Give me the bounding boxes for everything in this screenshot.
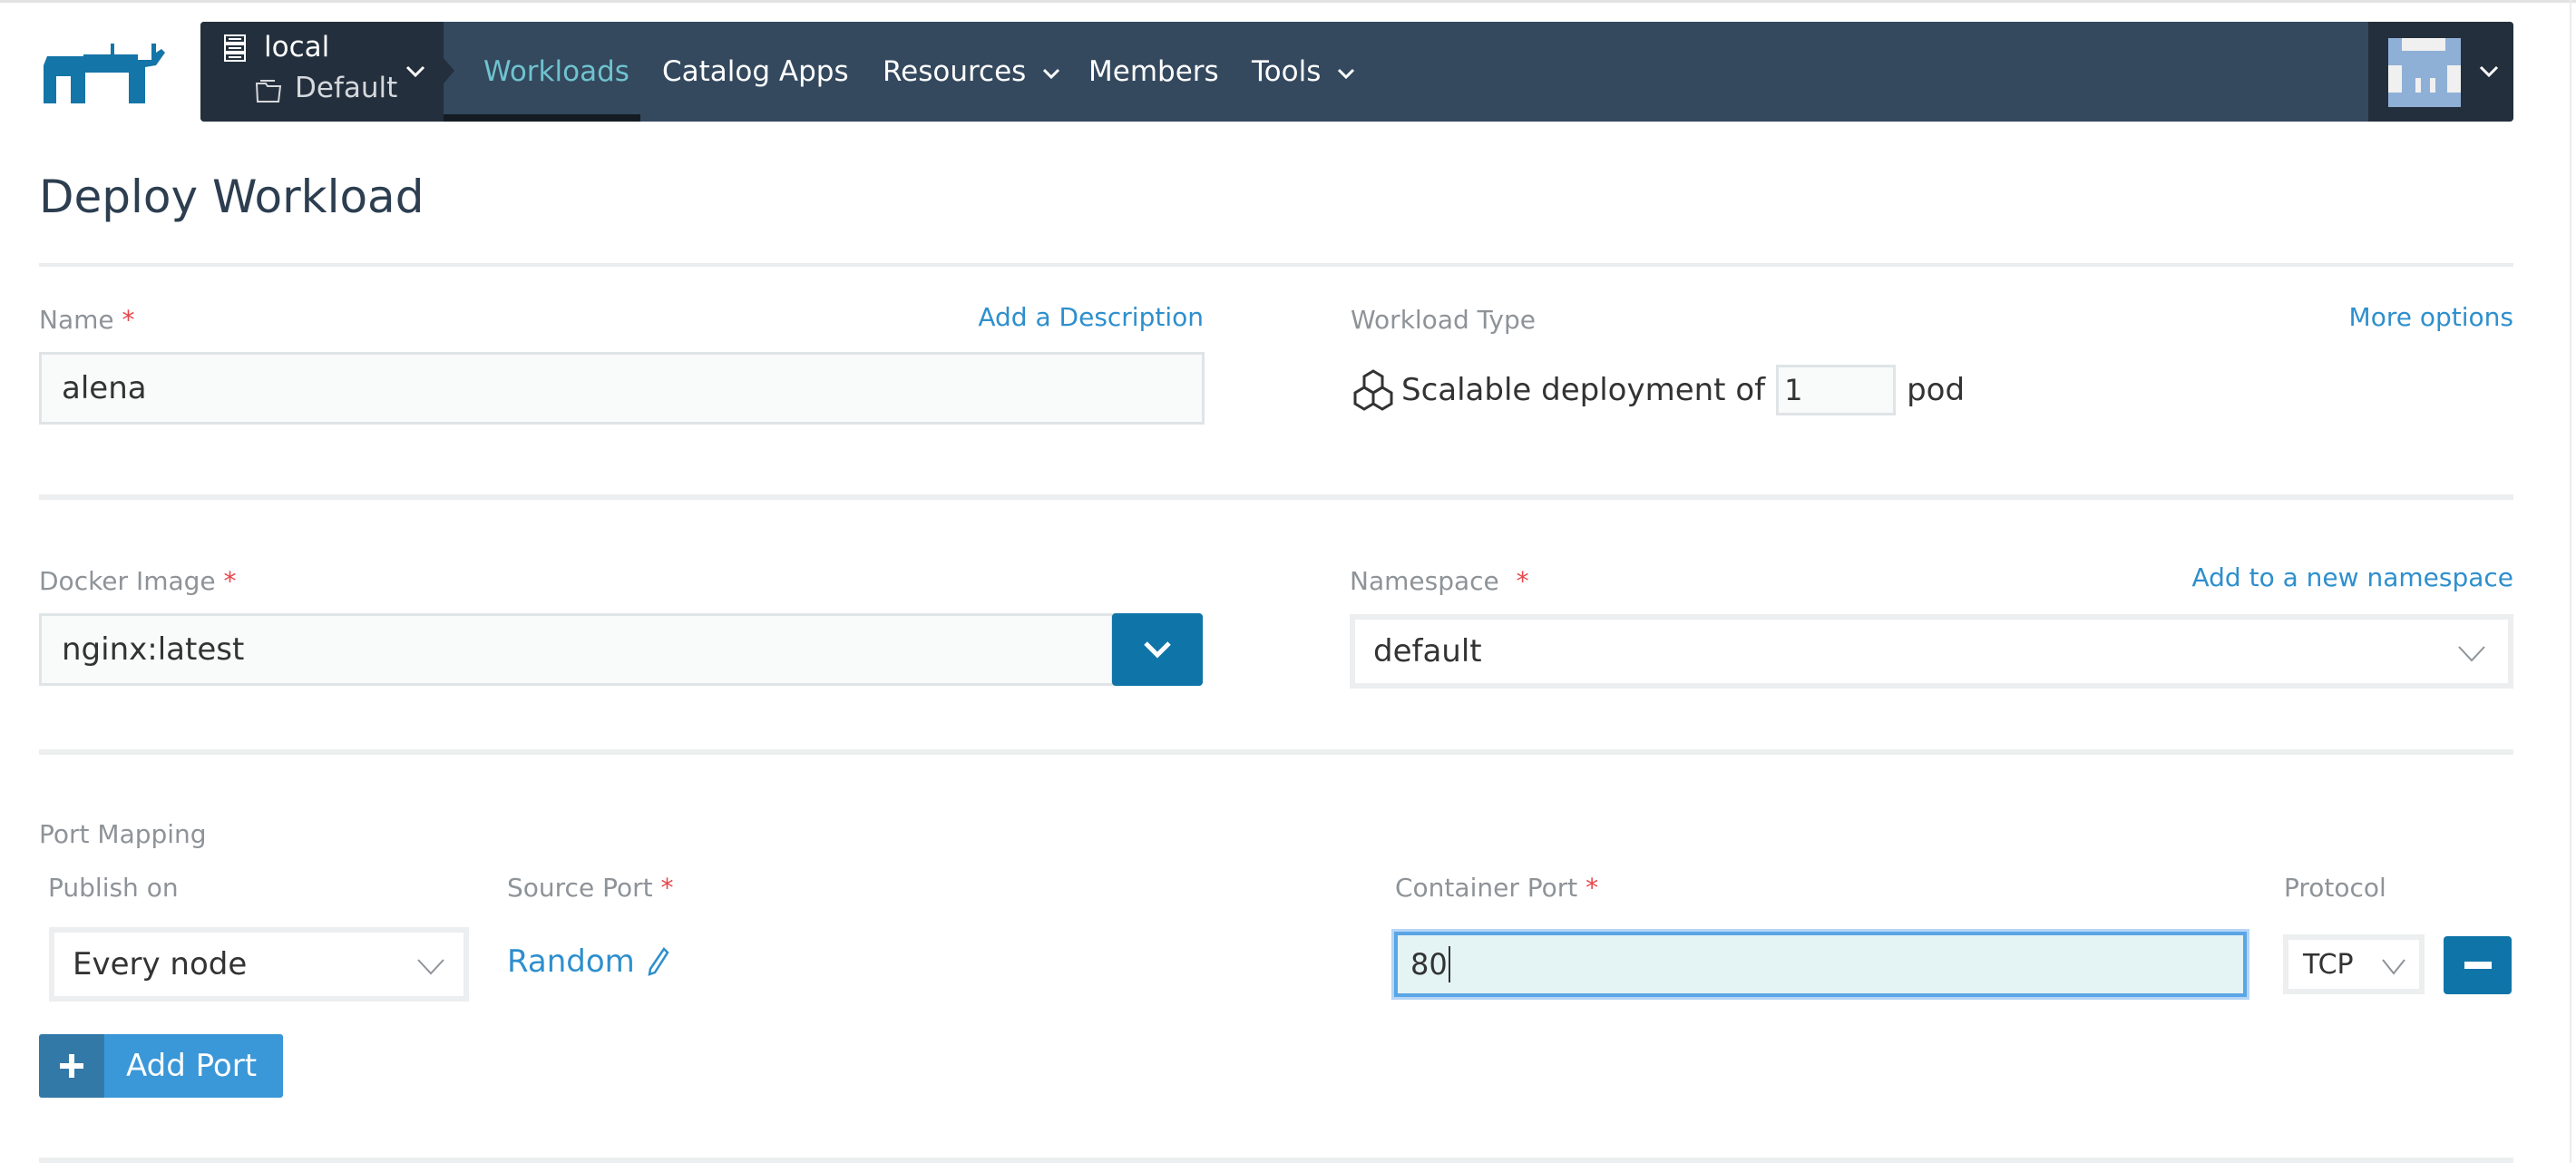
protocol-label: Protocol: [2284, 873, 2386, 903]
more-options-link[interactable]: More options: [2349, 302, 2513, 332]
workload-type-label: Workload Type: [1351, 305, 1536, 335]
nav-members-label: Members: [1088, 55, 1219, 88]
namespace-label-text: Namespace: [1350, 566, 1499, 596]
divider: [39, 263, 2513, 267]
nav-catalog-apps[interactable]: Catalog Apps: [662, 22, 849, 122]
chevron-down-icon: [2479, 65, 2499, 78]
add-namespace-link[interactable]: Add to a new namespace: [2192, 562, 2514, 592]
chevron-down-icon: [1338, 68, 1355, 79]
required-mark: *: [223, 566, 237, 596]
nav-workloads[interactable]: Workloads: [483, 22, 629, 122]
divider: [39, 1158, 2513, 1163]
remove-port-button[interactable]: [2444, 936, 2512, 994]
divider: [39, 749, 2513, 755]
switcher-pointer: [444, 58, 454, 83]
rancher-logo[interactable]: [38, 40, 176, 103]
protocol-select[interactable]: TCP: [2283, 934, 2425, 994]
add-port-button[interactable]: Add Port: [39, 1034, 283, 1098]
add-description-link[interactable]: Add a Description: [978, 302, 1204, 332]
page-title: Deploy Workload: [39, 171, 424, 223]
cluster-name: local: [264, 31, 330, 64]
pencil-icon[interactable]: [648, 947, 669, 976]
docker-image-label-text: Docker Image: [39, 566, 216, 596]
workload-type-suffix: pod: [1907, 372, 1966, 408]
container-port-value: 80: [1410, 947, 1448, 982]
scrollbar-edge: [2570, 0, 2571, 1163]
nav-catalog-apps-label: Catalog Apps: [662, 55, 849, 88]
docker-image-dropdown-button[interactable]: [1112, 613, 1203, 686]
required-mark: *: [122, 305, 135, 335]
source-port-value: Random: [507, 943, 635, 980]
nav-tools[interactable]: Tools: [1252, 22, 1355, 122]
docker-image-value: nginx:latest: [62, 631, 245, 668]
namespace-value: default: [1373, 633, 1482, 669]
nav-resources-label: Resources: [883, 55, 1027, 88]
project-name: Default: [295, 72, 398, 104]
folder-icon: [255, 80, 282, 103]
docker-image-label: Docker Image *: [39, 566, 237, 596]
required-mark: *: [660, 873, 674, 903]
nav-resources[interactable]: Resources: [883, 22, 1060, 122]
source-port-label: Source Port *: [507, 873, 673, 903]
chevron-down-icon: [417, 959, 444, 975]
add-port-label: Add Port: [104, 1034, 283, 1098]
workload-type-row: Scalable deployment of 1 pod: [1352, 363, 1965, 417]
pod-count-input[interactable]: 1: [1776, 365, 1897, 415]
docker-image-input[interactable]: nginx:latest: [39, 613, 1114, 686]
window-top-border: [0, 0, 2576, 3]
chevron-down-icon: [2382, 959, 2405, 975]
cubes-icon: [1353, 369, 1393, 411]
publish-on-value: Every node: [73, 946, 248, 982]
cluster-project-switcher[interactable]: local Default: [200, 22, 444, 122]
namespace-label: Namespace *: [1350, 566, 1529, 596]
source-port-random[interactable]: Random: [507, 943, 669, 980]
server-icon: [224, 34, 246, 62]
chevron-down-icon: [1144, 641, 1171, 659]
required-mark: *: [1516, 566, 1529, 596]
container-port-label-text: Container Port: [1395, 873, 1578, 903]
namespace-select[interactable]: default: [1350, 614, 2513, 689]
text-cursor: [1448, 946, 1450, 982]
nav-members[interactable]: Members: [1088, 22, 1219, 122]
user-menu[interactable]: [2368, 22, 2513, 122]
plus-icon: [39, 1034, 104, 1098]
source-port-label-text: Source Port: [507, 873, 653, 903]
publish-on-label: Publish on: [48, 873, 179, 903]
name-input-value: alena: [62, 370, 147, 406]
name-label-text: Name: [39, 305, 114, 335]
divider: [39, 494, 2513, 500]
workload-type-prefix: Scalable deployment of: [1401, 372, 1766, 408]
top-navbar: local Default Workloads Catalog Apps Res…: [200, 22, 2513, 122]
protocol-value: TCP: [2303, 948, 2354, 981]
chevron-down-icon: [2458, 646, 2485, 662]
publish-on-select[interactable]: Every node: [49, 927, 469, 1002]
name-label: Name *: [39, 305, 135, 335]
name-input[interactable]: alena: [39, 352, 1205, 425]
nav-tools-label: Tools: [1252, 55, 1322, 88]
container-port-label: Container Port *: [1395, 873, 1598, 903]
minus-icon: [2464, 962, 2492, 969]
avatar: [2388, 38, 2461, 107]
port-mapping-label: Port Mapping: [39, 819, 207, 849]
container-port-input[interactable]: 80: [1394, 932, 2247, 997]
chevron-down-icon: [1043, 68, 1060, 79]
nav-active-indicator: [444, 114, 640, 122]
required-mark: *: [1586, 873, 1599, 903]
nav-workloads-label: Workloads: [483, 55, 629, 88]
pod-count-value: 1: [1784, 373, 1803, 407]
chevron-down-icon: [405, 65, 425, 78]
